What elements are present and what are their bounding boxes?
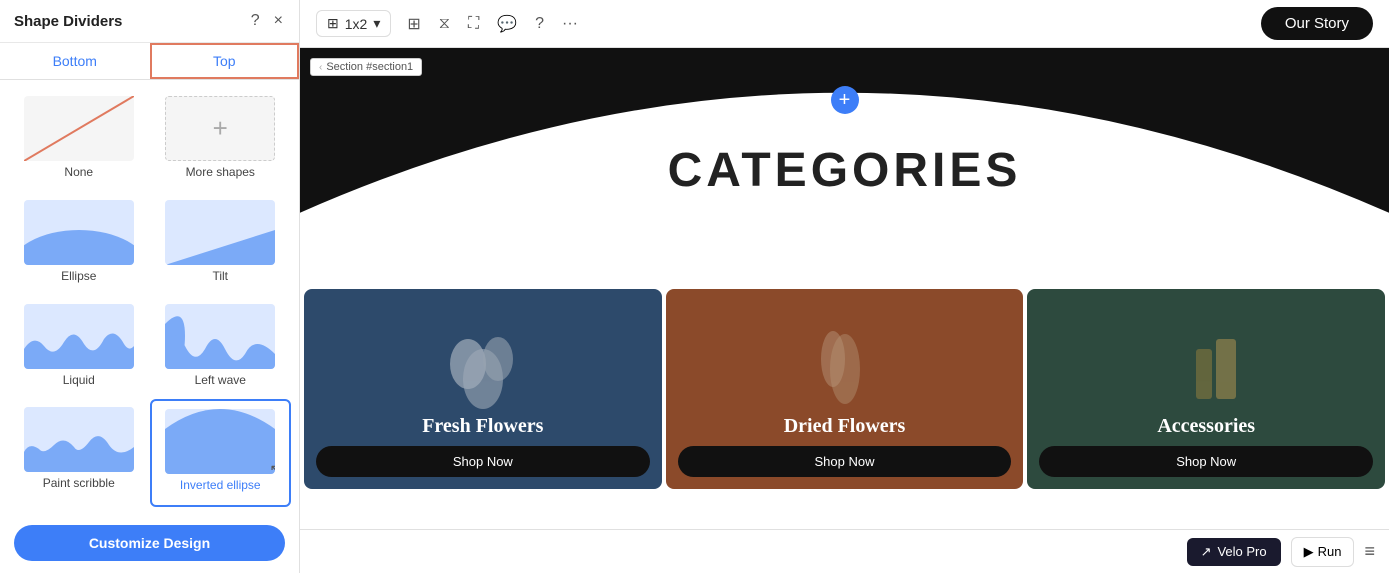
velo-pro-button[interactable]: ↗ Velo Pro: [1187, 538, 1281, 566]
settings-button[interactable]: ≡: [1364, 541, 1375, 562]
tilt-label: Tilt: [212, 269, 228, 283]
layout-label: 1x2: [345, 16, 368, 32]
shape-tilt[interactable]: Tilt: [150, 192, 292, 296]
leftwave-thumb: [165, 304, 275, 369]
main-area: ⊞ 1x2 ▾ ⊞ ⧖ ⛶ 💬 ? ··· Our Story ‹ Sectio…: [300, 0, 1389, 573]
canvas-area: ‹ Section #section1 + CATEGORIES: [300, 48, 1389, 529]
accessories-image: [1027, 289, 1385, 429]
fresh-flowers-image: [304, 289, 662, 429]
panel-header-icons: ? ×: [249, 10, 285, 32]
help-button[interactable]: ?: [249, 10, 262, 32]
close-button[interactable]: ×: [272, 10, 285, 32]
panel-header: Shape Dividers ? ×: [0, 0, 299, 43]
section-label: ‹ Section #section1: [310, 58, 422, 76]
none-thumb: [24, 96, 134, 161]
play-icon: ▶: [1304, 544, 1314, 560]
layout-chevron-icon: ▾: [373, 15, 380, 32]
none-label: None: [64, 165, 93, 179]
cursor-icon: ↖: [270, 461, 276, 474]
leftwave-label: Left wave: [195, 373, 246, 387]
our-story-button[interactable]: Our Story: [1261, 7, 1373, 40]
section-label-text: Section #section1: [326, 61, 413, 73]
card-fresh-flowers: Fresh Flowers Shop Now: [304, 289, 662, 489]
run-label: Run: [1318, 544, 1342, 559]
categories-heading: CATEGORIES: [668, 143, 1022, 198]
velo-pro-label: Velo Pro: [1217, 544, 1266, 559]
cards-row: Fresh Flowers Shop Now Dried Flowers Sho…: [300, 289, 1389, 489]
tab-bottom[interactable]: Bottom: [0, 43, 150, 79]
liquid-label: Liquid: [63, 373, 95, 387]
shape-paintscribble[interactable]: Paint scribble: [8, 399, 150, 507]
liquid-thumb: [24, 304, 134, 369]
top-bar-icons: ⊞ ⧖ ⛶ 💬 ? ···: [407, 14, 578, 34]
inverted-ellipse-label: Inverted ellipse: [180, 478, 261, 492]
help-icon[interactable]: ?: [535, 15, 544, 33]
card-accessories: Accessories Shop Now: [1027, 289, 1385, 489]
inverted-ellipse-thumb: ↖: [165, 409, 275, 474]
layout-icon: ⊞: [327, 15, 339, 32]
dried-flowers-shop-btn[interactable]: Shop Now: [678, 446, 1012, 477]
add-section-icon[interactable]: ⊞: [407, 14, 420, 34]
shapes-grid: None + More shapes Ellipse: [0, 80, 299, 515]
paintscribble-thumb: [24, 407, 134, 472]
customize-design-button[interactable]: Customize Design: [14, 525, 285, 561]
fresh-flowers-shop-btn[interactable]: Shop Now: [316, 446, 650, 477]
ellipse-thumb: [24, 200, 134, 265]
dried-flowers-image: [666, 289, 1024, 429]
add-plus-button[interactable]: +: [831, 86, 859, 114]
more-icon[interactable]: ···: [562, 15, 578, 33]
crop-icon[interactable]: ⛶: [468, 15, 479, 33]
comment-icon[interactable]: 💬: [497, 14, 517, 34]
paintscribble-label: Paint scribble: [43, 476, 115, 490]
panel-title: Shape Dividers: [14, 13, 122, 30]
shape-ellipse[interactable]: Ellipse: [8, 192, 150, 296]
ellipse-label: Ellipse: [61, 269, 96, 283]
layout-selector[interactable]: ⊞ 1x2 ▾: [316, 10, 391, 37]
bottom-bar: ↗ Velo Pro ▶ Run ≡: [300, 529, 1389, 573]
accessories-shop-btn[interactable]: Shop Now: [1039, 446, 1373, 477]
shape-inverted-ellipse[interactable]: ↖ Inverted ellipse: [150, 399, 292, 507]
more-shapes-thumb: +: [165, 96, 275, 161]
section-arrow-icon: ‹: [319, 62, 322, 73]
shape-liquid[interactable]: Liquid: [8, 296, 150, 400]
shape-leftwave[interactable]: Left wave: [150, 296, 292, 400]
tabs-row: Bottom Top: [0, 43, 299, 80]
shape-none[interactable]: None: [8, 88, 150, 192]
shape-more[interactable]: + More shapes: [150, 88, 292, 192]
card-dried-flowers: Dried Flowers Shop Now: [666, 289, 1024, 489]
run-button[interactable]: ▶ Run: [1291, 537, 1355, 567]
more-shapes-label: More shapes: [186, 165, 255, 179]
layers-icon[interactable]: ⧖: [439, 15, 450, 33]
top-bar: ⊞ 1x2 ▾ ⊞ ⧖ ⛶ 💬 ? ··· Our Story: [300, 0, 1389, 48]
shape-dividers-panel: Shape Dividers ? × Bottom Top None + M: [0, 0, 300, 573]
velo-pro-external-icon: ↗: [1201, 544, 1212, 560]
tab-top[interactable]: Top: [150, 43, 300, 79]
tilt-thumb: [165, 200, 275, 265]
